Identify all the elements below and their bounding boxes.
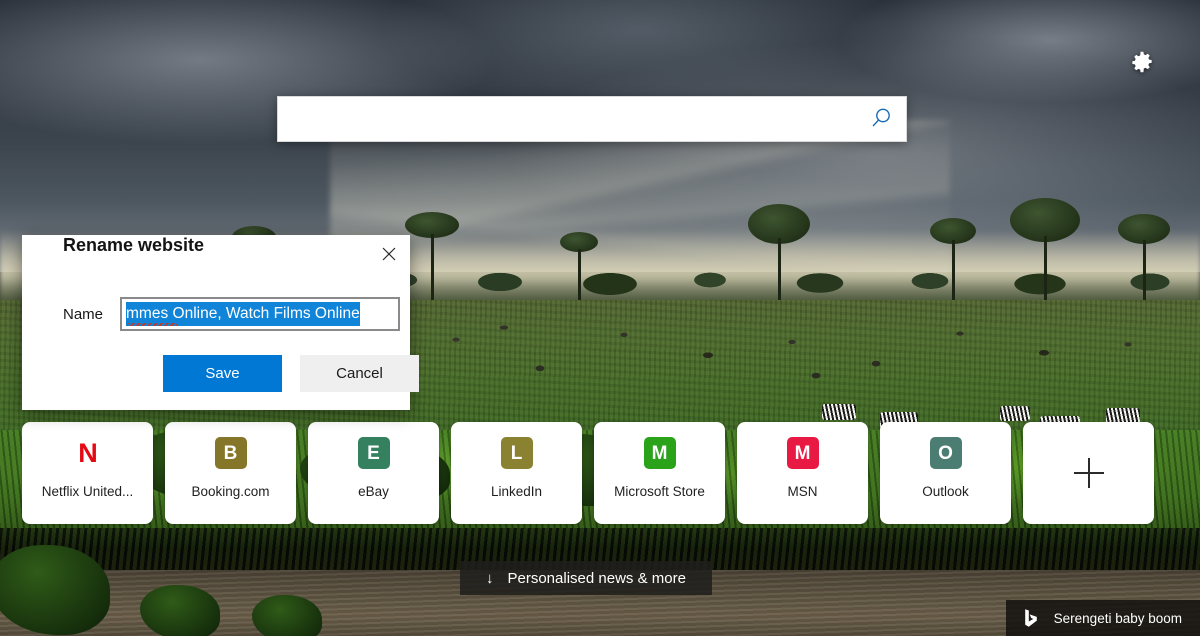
tile-linkedin[interactable]: L LinkedIn: [451, 422, 582, 524]
tile-add-shortcut[interactable]: [1023, 422, 1154, 524]
bing-logo-icon: [1022, 608, 1042, 628]
name-label: Name: [63, 305, 104, 323]
zebra: [822, 404, 856, 420]
tile-icon-wrap: B: [165, 422, 296, 484]
search-icon: [868, 105, 894, 134]
search-button[interactable]: [856, 97, 906, 141]
tile-icon-wrap: M: [594, 422, 725, 484]
acacia-tree: [1010, 198, 1080, 312]
tile-label: Microsoft Store: [614, 484, 705, 499]
name-row: Name mmes Online, Watch Films Online: [63, 297, 401, 331]
arrow-down-icon: ↓: [486, 569, 494, 587]
settings-gear-button[interactable]: [1126, 46, 1158, 78]
acacia-tree: [930, 218, 976, 308]
acacia-tree: [405, 212, 459, 310]
linkedin-icon: L: [500, 437, 533, 469]
booking-icon: B: [214, 437, 247, 469]
name-input[interactable]: mmes Online, Watch Films Online: [120, 297, 401, 331]
dialog-title: Rename website: [63, 235, 205, 255]
tile-label: eBay: [358, 484, 389, 499]
tile-icon-wrap: E: [308, 422, 439, 484]
tile-label: MSN: [787, 484, 818, 499]
news-bar-label: Personalised news & more: [507, 569, 686, 587]
spellcheck-underline: [127, 323, 178, 326]
search-input[interactable]: [278, 97, 856, 141]
tile-label: LinkedIn: [490, 484, 543, 499]
msn-icon: M: [786, 437, 819, 469]
tile-icon-wrap: M: [737, 422, 868, 484]
image-attribution[interactable]: Serengeti baby boom: [1005, 600, 1200, 636]
new-tab-page: N Netflix United... B Booking.com E eBay…: [0, 0, 1200, 636]
tile-booking[interactable]: B Booking.com: [165, 422, 296, 524]
shrub: [252, 595, 322, 636]
tile-ebay[interactable]: E eBay: [308, 422, 439, 524]
tile-icon-wrap: L: [451, 422, 582, 484]
outlook-icon: O: [929, 437, 962, 469]
dialog-buttons: Save Cancel: [163, 355, 419, 392]
gear-icon: [1130, 50, 1154, 74]
ebay-icon: E: [357, 437, 390, 469]
cancel-button[interactable]: Cancel: [300, 355, 419, 392]
rename-website-dialog: Rename website Name mmes Online, Watch F…: [22, 235, 419, 410]
microsoft-store-icon: M: [643, 437, 676, 469]
acacia-tree: [560, 232, 598, 309]
tile-outlook[interactable]: O Outlook: [880, 422, 1011, 524]
acacia-tree: [1118, 214, 1170, 310]
tile-icon-wrap: N: [22, 422, 153, 484]
attribution-label: Serengeti baby boom: [1053, 610, 1182, 626]
shrub: [140, 585, 220, 636]
tile-msn[interactable]: M MSN: [737, 422, 868, 524]
tile-label: Outlook: [922, 484, 969, 499]
tile-icon-wrap: O: [880, 422, 1011, 484]
tile-netflix[interactable]: N Netflix United...: [22, 422, 153, 524]
zebra: [1000, 406, 1030, 421]
name-input-value: mmes Online, Watch Films Online: [126, 302, 360, 326]
add-icon: [1073, 458, 1104, 488]
tile-label: Booking.com: [191, 484, 270, 499]
acacia-tree: [748, 204, 810, 310]
save-button[interactable]: Save: [163, 355, 282, 392]
netflix-icon: N: [78, 437, 98, 468]
tile-microsoft-store[interactable]: M Microsoft Store: [594, 422, 725, 524]
personalised-news-bar[interactable]: ↓ Personalised news & more: [460, 561, 712, 595]
quick-links-row: N Netflix United... B Booking.com E eBay…: [22, 422, 1154, 524]
tile-label: Netflix United...: [41, 484, 134, 499]
close-icon[interactable]: [372, 239, 406, 269]
search-bar[interactable]: [277, 96, 907, 142]
